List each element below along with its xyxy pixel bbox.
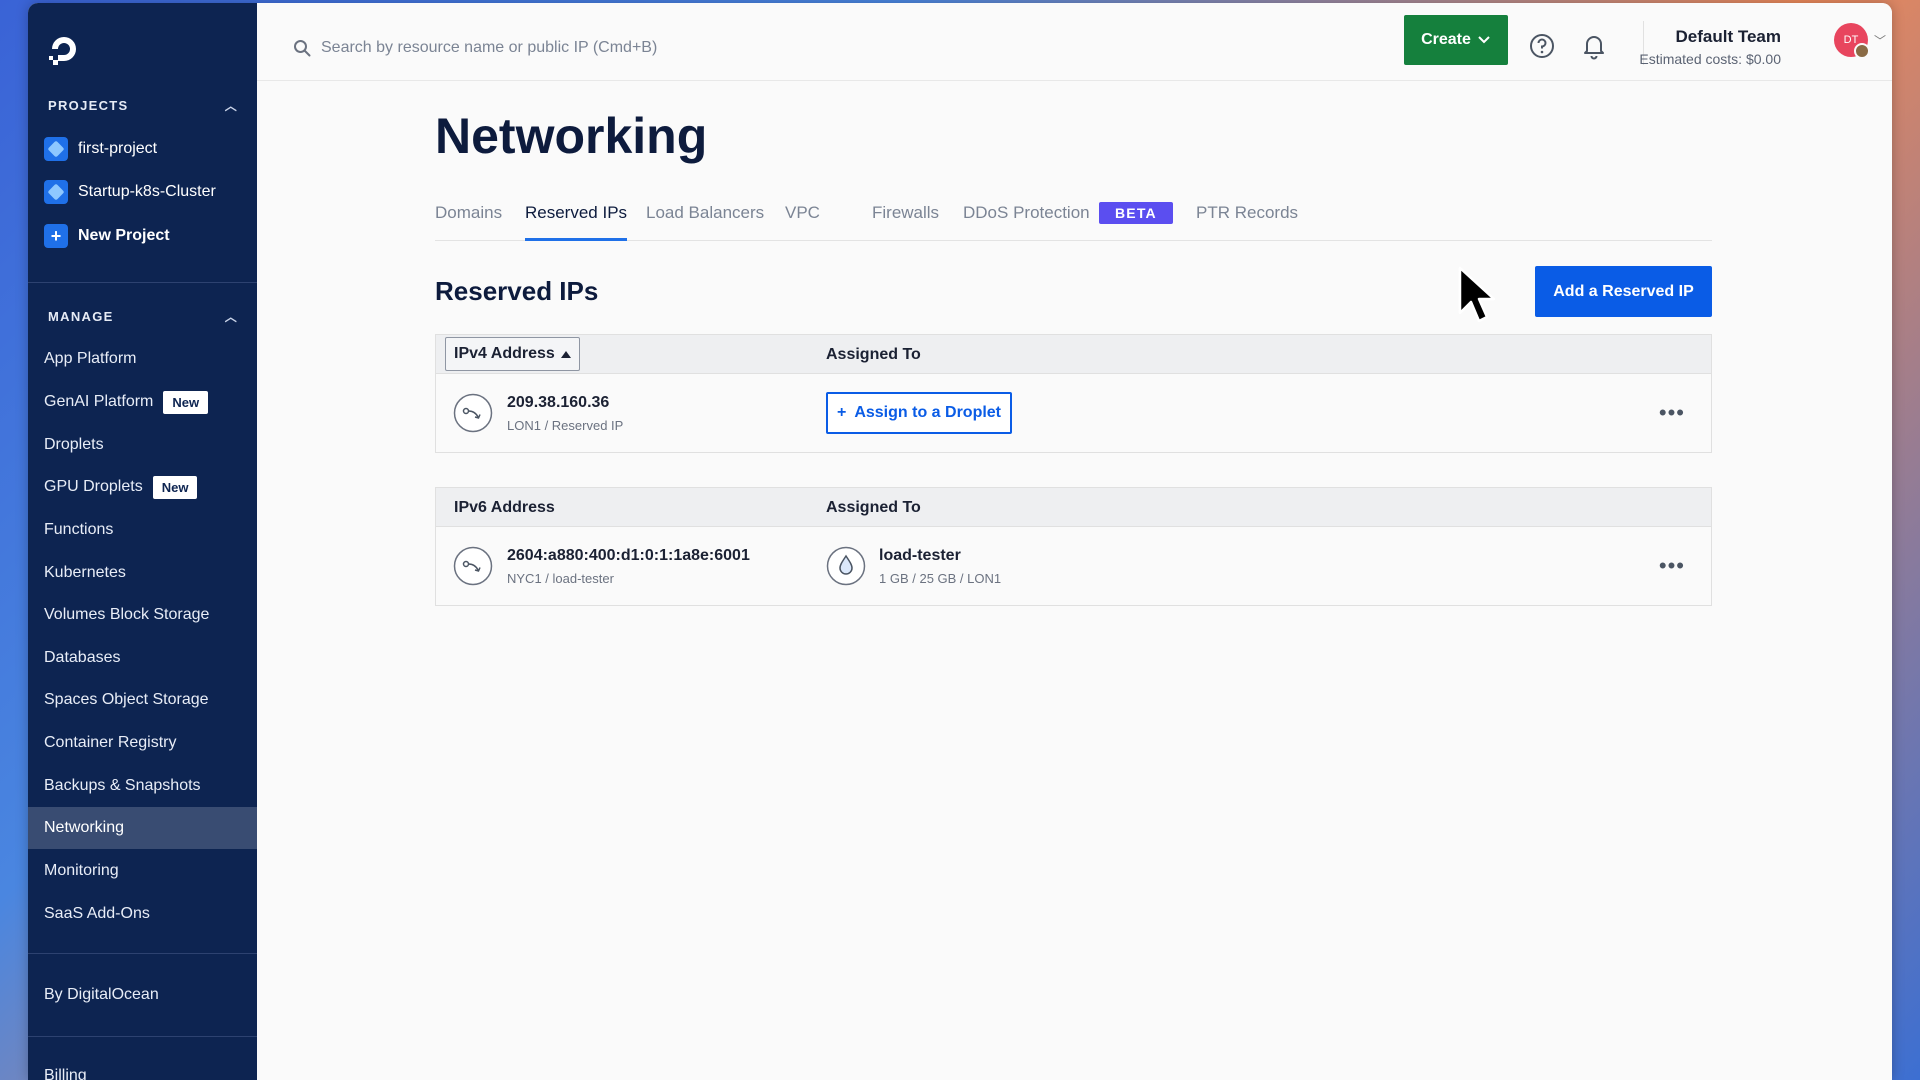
create-button[interactable]: Create (1404, 15, 1508, 65)
project-icon (44, 137, 68, 161)
sidebar-divider (28, 953, 257, 954)
app-window: PROJECTS ︿ first-project Startup-k8s-Clu… (28, 3, 1892, 1080)
projects-header[interactable]: PROJECTS ︿ (48, 95, 238, 115)
sidebar: PROJECTS ︿ first-project Startup-k8s-Clu… (28, 3, 257, 1080)
add-reserved-ip-button[interactable]: Add a Reserved IP (1535, 266, 1712, 317)
sidebar-item-databases[interactable]: Databases (28, 637, 257, 679)
tab-domains[interactable]: Domains (435, 199, 502, 241)
tab-firewalls[interactable]: Firewalls (872, 199, 939, 241)
ip-location: NYC1 / load-tester (507, 571, 614, 586)
sidebar-item-networking[interactable]: Networking (28, 807, 257, 849)
more-options-icon[interactable]: ••• (1659, 402, 1685, 424)
table-header: IPv4 Address Assigned To (436, 335, 1711, 374)
sidebar-item-genai-platform[interactable]: GenAI Platform New (28, 381, 257, 423)
plus-icon: + (836, 404, 847, 421)
manage-header[interactable]: MANAGE ︿ (48, 306, 238, 326)
chevron-down-icon[interactable]: ﹀ (1874, 32, 1886, 49)
table-row[interactable]: 209.38.160.36 LON1 / Reserved IP + Assig… (436, 374, 1711, 452)
tab-ptr-records[interactable]: PTR Records (1196, 199, 1298, 241)
ipv4-sort-button[interactable]: IPv4 Address (445, 337, 580, 371)
assigned-to-header: Assigned To (826, 499, 921, 516)
sidebar-item-billing[interactable]: Billing (28, 1055, 257, 1080)
sidebar-item-droplets[interactable]: Droplets (28, 424, 257, 466)
ip-address[interactable]: 209.38.160.36 (507, 394, 609, 412)
search-icon (294, 40, 311, 57)
ipv6-address-header: IPv6 Address (454, 499, 555, 516)
beta-badge: BETA (1099, 202, 1173, 224)
sidebar-item-kubernetes[interactable]: Kubernetes (28, 552, 257, 594)
chevron-down-icon (1478, 36, 1490, 44)
new-project-button[interactable]: + New Project (44, 221, 244, 251)
sidebar-divider (28, 282, 257, 283)
section-title: Reserved IPs (435, 276, 599, 306)
assign-to-droplet-button[interactable]: + Assign to a Droplet (826, 392, 1012, 434)
droplet-specs: 1 GB / 25 GB / LON1 (879, 571, 1002, 586)
sidebar-item-backups[interactable]: Backups & Snapshots (28, 765, 257, 807)
sidebar-item-app-platform[interactable]: App Platform (28, 338, 257, 380)
tab-reserved-ips[interactable]: Reserved IPs (525, 199, 628, 241)
sidebar-project-startup-k8s-cluster[interactable]: Startup-k8s-Cluster (44, 177, 244, 207)
sidebar-project-first-project[interactable]: first-project (44, 134, 244, 164)
ip-location: LON1 / Reserved IP (507, 418, 624, 433)
sidebar-item-spaces[interactable]: Spaces Object Storage (28, 679, 257, 721)
new-badge: New (163, 390, 209, 414)
help-icon[interactable] (1529, 33, 1555, 59)
chevron-up-icon: ︿ (224, 98, 238, 113)
new-badge: New (152, 475, 198, 499)
ipv4-table: IPv4 Address Assigned To 209.38.160.36 L… (435, 334, 1712, 453)
assigned-to-header: Assigned To (826, 346, 921, 363)
tab-load-balancers[interactable]: Load Balancers (646, 199, 764, 241)
table-header: IPv6 Address Assigned To (436, 488, 1711, 527)
team-avatar-dot (1854, 43, 1870, 59)
ipv6-table: IPv6 Address Assigned To 2604:a880:400:d… (435, 487, 1712, 606)
project-icon (44, 180, 68, 204)
estimated-costs: Estimated costs: $0.00 (1639, 51, 1781, 67)
bell-icon[interactable] (1581, 32, 1607, 60)
team-name[interactable]: Default Team (1676, 27, 1782, 47)
sidebar-item-volumes[interactable]: Volumes Block Storage (28, 594, 257, 636)
sort-up-icon (560, 350, 571, 358)
sidebar-item-monitoring[interactable]: Monitoring (28, 850, 257, 892)
sidebar-divider (28, 1036, 257, 1037)
sidebar-item-by-digitalocean[interactable]: By DigitalOcean (28, 974, 257, 1016)
droplet-icon (826, 546, 866, 586)
chevron-up-icon: ︿ (224, 309, 238, 324)
sidebar-item-functions[interactable]: Functions (28, 509, 257, 551)
mouse-cursor-icon (1458, 266, 1496, 323)
page-title: Networking (435, 108, 708, 164)
droplet-name[interactable]: load-tester (879, 547, 961, 565)
more-options-icon[interactable]: ••• (1659, 555, 1685, 577)
top-bar: Create Default Team Estimated costs: $0.… (257, 3, 1892, 81)
tab-vpc[interactable]: VPC (785, 199, 820, 241)
sidebar-item-gpu-droplets[interactable]: GPU Droplets New (28, 466, 257, 508)
sidebar-item-saas-addons[interactable]: SaaS Add-Ons (28, 893, 257, 935)
networking-tabs: Domains Reserved IPs Load Balancers VPC … (435, 199, 1712, 241)
sidebar-item-container-registry[interactable]: Container Registry (28, 722, 257, 764)
tab-ddos-protection[interactable]: DDoS Protection (963, 199, 1090, 241)
table-row[interactable]: 2604:a880:400:d1:0:1:1a8e:6001 NYC1 / lo… (436, 527, 1711, 605)
ip-address[interactable]: 2604:a880:400:d1:0:1:1a8e:6001 (507, 547, 750, 565)
digitalocean-logo-icon[interactable] (46, 31, 82, 67)
reserved-ip-icon (453, 393, 493, 433)
search-input[interactable] (321, 33, 841, 63)
reserved-ip-icon (453, 546, 493, 586)
plus-icon: + (44, 224, 68, 248)
